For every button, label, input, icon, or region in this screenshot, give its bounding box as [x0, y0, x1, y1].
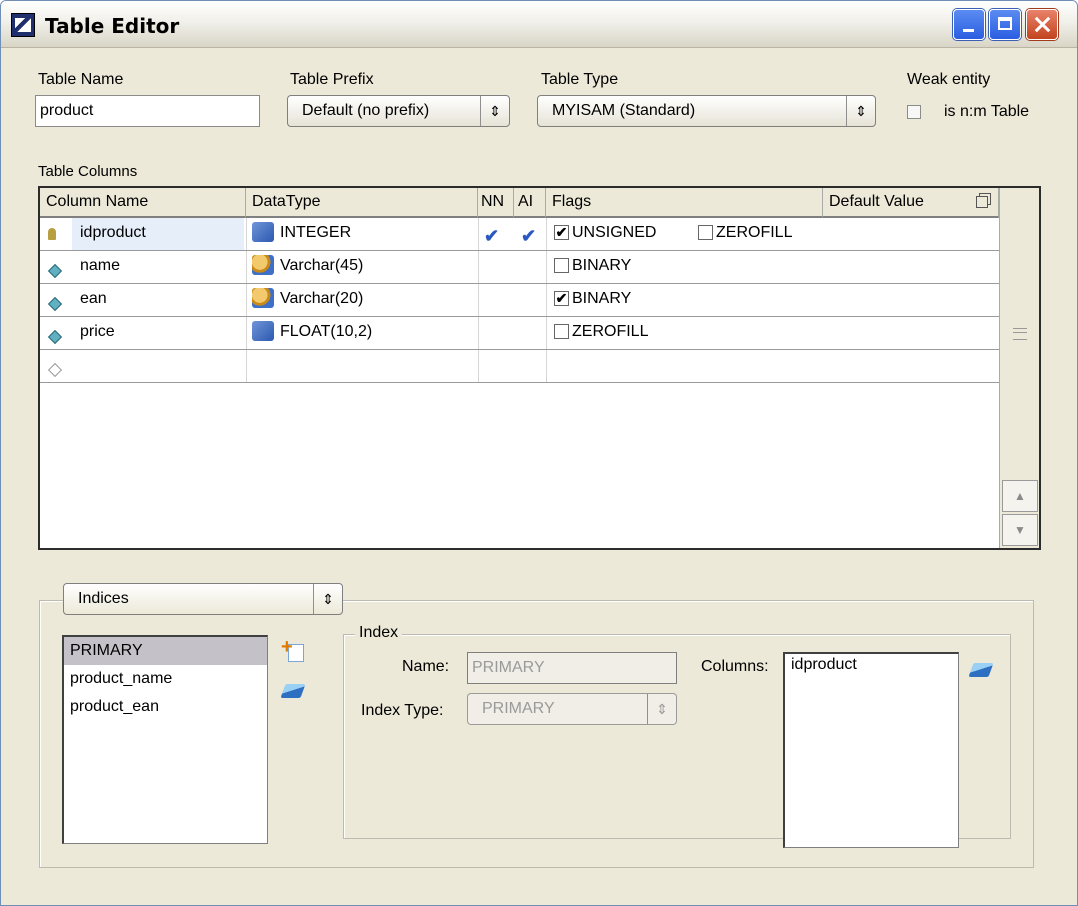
index-list-item[interactable]: PRIMARY [64, 637, 267, 665]
table-type-value: MYISAM (Standard) [552, 102, 696, 119]
flag-label: ZEROFILL [572, 323, 649, 340]
updown-arrow-icon: ⇕ [313, 584, 342, 614]
flag-checkbox[interactable] [554, 324, 569, 340]
table-row[interactable]: ean Varchar(20) ✔ BINARY [40, 284, 1000, 317]
flag-label: BINARY [572, 290, 632, 307]
column-chooser-icon[interactable] [976, 196, 988, 208]
minimize-button[interactable] [953, 9, 985, 40]
string-type-icon [252, 255, 277, 287]
index-name-input[interactable]: PRIMARY [467, 652, 677, 684]
nm-table-checkbox[interactable] [907, 105, 921, 119]
table-row[interactable]: price FLOAT(10,2) ZEROFILL [40, 317, 1000, 350]
table-editor-window: Table Editor Table Name product Table Pr… [0, 0, 1078, 906]
index-type-label: Index Type: [361, 702, 444, 719]
scroll-grip-icon[interactable] [1013, 328, 1027, 340]
nm-table-label: is n:m Table [944, 103, 1030, 120]
cell-column-name[interactable]: ean [72, 284, 115, 316]
numeric-type-icon [252, 321, 277, 353]
flag-checkbox[interactable] [554, 258, 569, 274]
updown-arrow-icon: ⇕ [647, 694, 676, 724]
index-name-label: Name: [402, 658, 450, 675]
table-name-input[interactable]: product [35, 95, 260, 127]
index-column-item[interactable]: idproduct [791, 656, 952, 674]
eraser-icon[interactable] [968, 663, 995, 685]
index-list-item[interactable]: product_name [64, 665, 267, 693]
flag-binary[interactable]: ✔ BINARY [554, 284, 631, 316]
header-nn[interactable]: NN [478, 188, 514, 218]
indices-select[interactable]: Indices ⇕ [63, 583, 343, 615]
index-columns-list[interactable]: idproduct [783, 652, 959, 848]
vertical-scrollbar[interactable]: ▲ ▼ [999, 188, 1039, 548]
flag-zerofill[interactable]: ZEROFILL [554, 317, 648, 349]
updown-arrow-icon: ⇕ [846, 96, 875, 126]
maximize-button[interactable] [989, 9, 1021, 40]
flag-label: ZEROFILL [716, 224, 793, 241]
scroll-down-button[interactable]: ▼ [1002, 514, 1038, 546]
table-row[interactable]: idproduct INTEGER ✔ ✔ ✔ UNSIGNED ZEROFILL [40, 218, 1000, 251]
index-list-item[interactable]: product_ean [64, 693, 267, 721]
header-column-name[interactable]: Column Name [40, 188, 246, 218]
title-bar[interactable]: Table Editor [1, 1, 1077, 48]
flag-zerofill[interactable]: ZEROFILL [698, 218, 792, 250]
table-type-select[interactable]: MYISAM (Standard) ⇕ [537, 95, 876, 127]
string-type-icon [252, 288, 277, 320]
header-ai[interactable]: AI [514, 188, 546, 218]
table-row[interactable]: name Varchar(45) BINARY [40, 251, 1000, 284]
cell-datatype[interactable]: Varchar(20) [280, 284, 363, 316]
index-type-value: PRIMARY [482, 700, 555, 717]
close-button[interactable] [1026, 9, 1058, 40]
cell-column-name[interactable]: name [72, 251, 128, 283]
numeric-type-icon [252, 222, 277, 254]
updown-arrow-icon: ⇕ [480, 96, 509, 126]
flag-checkbox[interactable]: ✔ [554, 291, 569, 307]
table-prefix-select[interactable]: Default (no prefix) ⇕ [287, 95, 510, 127]
flag-checkbox[interactable]: ✔ [554, 225, 569, 241]
ai-check-icon[interactable]: ✔ [521, 220, 536, 252]
columns-grid[interactable]: Column Name DataType NN AI Flags Default… [38, 186, 1041, 550]
index-type-select[interactable]: PRIMARY ⇕ [467, 693, 677, 725]
app-icon [11, 13, 35, 37]
cell-column-name[interactable]: idproduct [72, 218, 244, 250]
table-prefix-value: Default (no prefix) [302, 102, 430, 119]
cell-datatype[interactable]: Varchar(45) [280, 251, 363, 283]
header-flags[interactable]: Flags [546, 188, 823, 218]
flag-binary[interactable]: BINARY [554, 251, 631, 283]
flag-checkbox[interactable] [698, 225, 713, 241]
header-default-value-label: Default Value [829, 193, 924, 210]
scroll-grip-icon [1013, 332, 1027, 333]
indices-select-value: Indices [78, 590, 129, 607]
add-index-icon[interactable] [281, 636, 306, 663]
window-title: Table Editor [45, 14, 180, 38]
cell-datatype[interactable]: FLOAT(10,2) [280, 317, 372, 349]
flag-label: BINARY [572, 257, 632, 274]
table-columns-label: Table Columns [38, 163, 138, 180]
table-type-label: Table Type [541, 71, 619, 88]
weak-entity-label: Weak entity [907, 71, 991, 88]
flag-label: UNSIGNED [572, 224, 657, 241]
empty-diamond-icon [47, 361, 63, 393]
table-prefix-label: Table Prefix [290, 71, 374, 88]
scroll-up-button[interactable]: ▲ [1002, 480, 1038, 512]
nn-check-icon[interactable]: ✔ [484, 220, 499, 252]
cell-column-name[interactable]: price [72, 317, 123, 349]
table-name-label: Table Name [38, 71, 124, 88]
header-datatype[interactable]: DataType [246, 188, 478, 218]
new-column-row[interactable] [40, 350, 1000, 383]
index-columns-label: Columns: [701, 658, 769, 675]
flag-unsigned[interactable]: ✔ UNSIGNED [554, 218, 656, 250]
index-list[interactable]: PRIMARY product_name product_ean [62, 635, 268, 844]
cell-datatype[interactable]: INTEGER [280, 218, 351, 250]
index-group-label: Index [355, 624, 403, 642]
header-default-value[interactable]: Default Value [823, 188, 999, 218]
eraser-icon[interactable] [280, 684, 307, 706]
